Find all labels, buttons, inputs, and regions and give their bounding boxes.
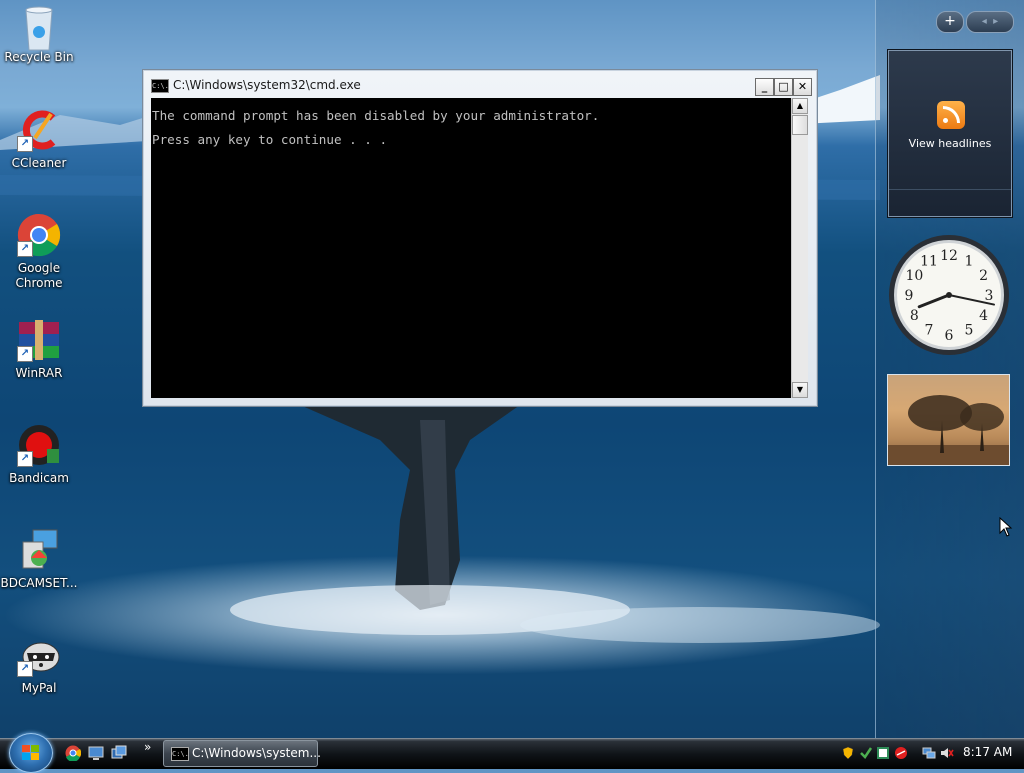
desktop-icon-ccleaner[interactable]: ↗ CCleaner <box>0 108 78 171</box>
clock-number: 11 <box>920 253 938 269</box>
windows-flag-icon <box>22 745 40 761</box>
taskbar-clock[interactable]: 8:17 AM <box>963 745 1012 759</box>
bandicam-icon: ↗ <box>17 423 61 467</box>
feed-headlines-gadget[interactable]: View headlines <box>888 50 1012 217</box>
clock-number: 9 <box>905 288 914 304</box>
desktop-icon-bdcamset[interactable]: BDCAMSET... <box>0 528 78 591</box>
clock-number: 3 <box>985 288 994 304</box>
winrar-icon: ↗ <box>17 318 61 362</box>
clock-number: 1 <box>965 253 974 269</box>
clock-number: 5 <box>965 323 974 339</box>
icon-label: BDCAMSET... <box>0 576 78 590</box>
clock-number: 8 <box>910 308 919 324</box>
close-button[interactable]: ✕ <box>793 78 812 96</box>
taskbar-button-label: C:\Windows\system... <box>192 746 321 760</box>
desktop-icon-mypal[interactable]: ↗ MyPal <box>0 633 78 696</box>
clock-number: 6 <box>945 328 954 344</box>
shortcut-arrow-icon: ↗ <box>17 241 33 257</box>
slideshow-gadget[interactable] <box>887 374 1010 466</box>
scroll-up-arrow-icon[interactable]: ▲ <box>792 98 808 114</box>
cmd-window-title: C:\Windows\system32\cmd.exe <box>173 78 361 92</box>
console-line: Press any key to continue . . . <box>152 132 388 147</box>
view-headlines-label[interactable]: View headlines <box>889 137 1011 150</box>
start-button[interactable] <box>9 733 53 773</box>
console-line: The command prompt has been disabled by … <box>152 108 600 123</box>
cmd-window[interactable]: C:\. C:\Windows\system32\cmd.exe _ □ ✕ T… <box>142 69 818 407</box>
desktop-icon-google-chrome[interactable]: ↗ Google Chrome <box>0 213 78 291</box>
ccleaner-icon: ↗ <box>17 108 61 152</box>
tree-photo <box>888 395 1009 465</box>
tray-checkmark-icon[interactable] <box>859 745 873 759</box>
quicklaunch-chrome-icon[interactable] <box>65 745 82 762</box>
next-gadgets-icon[interactable]: ▸ <box>993 16 998 27</box>
shortcut-arrow-icon: ↗ <box>17 346 33 362</box>
clock-number: 7 <box>925 323 934 339</box>
desktop-icon-bandicam[interactable]: ↗ Bandicam <box>0 423 78 486</box>
clock-number: 4 <box>979 308 988 324</box>
quicklaunch-overflow-icon[interactable]: » <box>144 740 151 754</box>
divider <box>889 189 1011 190</box>
scroll-thumb[interactable] <box>792 115 808 135</box>
rss-icon <box>937 101 965 129</box>
shortcut-arrow-icon: ↗ <box>17 661 33 677</box>
icon-label: MyPal <box>21 681 57 695</box>
add-gadget-button[interactable]: + <box>936 11 964 33</box>
gadget-nav-buttons[interactable]: ◂ ▸ <box>966 11 1014 33</box>
mypal-raccoon-icon: ↗ <box>17 633 61 677</box>
icon-label: CCleaner <box>11 156 67 170</box>
security-shield-icon[interactable] <box>841 745 855 760</box>
tray-app-icon[interactable] <box>876 745 890 759</box>
network-icon[interactable] <box>922 745 936 759</box>
cmd-app-icon[interactable]: C:\. <box>151 79 169 93</box>
wallpaper-splash <box>0 555 880 675</box>
quicklaunch-switch-windows-icon[interactable] <box>111 745 127 761</box>
cmd-taskbar-icon: C:\. <box>171 747 189 761</box>
chrome-icon: ↗ <box>17 213 61 257</box>
volume-muted-icon[interactable] <box>940 745 954 759</box>
tray-bandicam-icon[interactable] <box>894 745 908 759</box>
icon-label: Google Chrome <box>15 261 63 290</box>
mouse-cursor-icon <box>999 517 1013 537</box>
icon-label: Recycle Bin <box>4 50 74 64</box>
vertical-scrollbar[interactable]: ▲ ▼ <box>791 98 808 398</box>
shortcut-arrow-icon: ↗ <box>17 136 33 152</box>
shortcut-arrow-icon: ↗ <box>17 451 33 467</box>
clock-number: 10 <box>905 268 923 284</box>
console-output[interactable]: The command prompt has been disabled by … <box>151 98 791 398</box>
cmd-title-bar[interactable]: C:\. C:\Windows\system32\cmd.exe _ □ ✕ <box>151 76 812 96</box>
installer-icon <box>17 528 61 572</box>
recycle-bin-icon <box>17 2 61 51</box>
quicklaunch-show-desktop-icon[interactable] <box>88 745 104 761</box>
clock-gadget[interactable]: 12 12 3 45678 9 1011 <box>887 233 1011 357</box>
previous-gadgets-icon[interactable]: ◂ <box>982 16 987 27</box>
scroll-down-arrow-icon[interactable]: ▼ <box>792 382 808 398</box>
desktop-icon-winrar[interactable]: ↗ WinRAR <box>0 318 78 381</box>
clock-number: 12 <box>940 248 958 264</box>
icon-label: WinRAR <box>15 366 63 380</box>
icon-label: Bandicam <box>9 471 69 485</box>
clock-number: 2 <box>979 268 988 284</box>
maximize-button[interactable]: □ <box>774 78 793 96</box>
minimize-button[interactable]: _ <box>755 78 774 96</box>
taskbar-button-cmd[interactable]: C:\. C:\Windows\system... <box>163 740 321 767</box>
desktop-icon-recycle-bin[interactable]: Recycle Bin <box>0 2 78 65</box>
